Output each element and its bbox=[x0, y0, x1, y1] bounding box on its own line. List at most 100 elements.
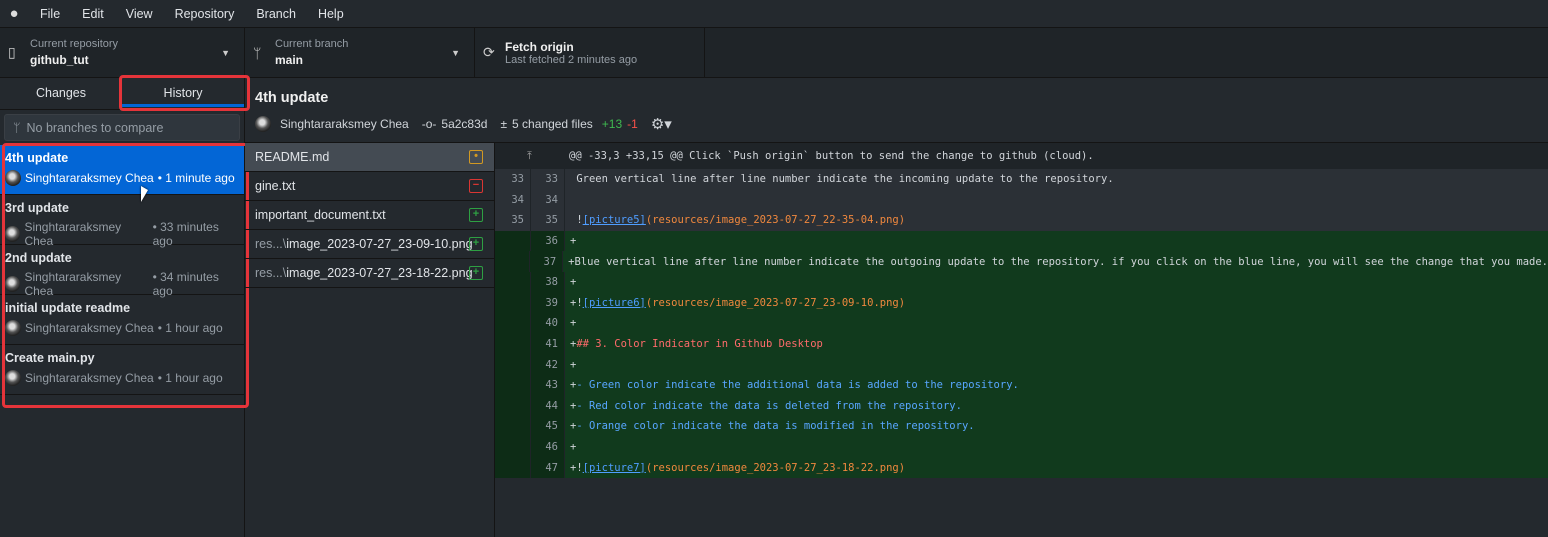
expand-up-icon[interactable]: ⤒ bbox=[495, 150, 564, 163]
changed-files-list: README.md • gine.txt − important_document.tx… bbox=[245, 143, 495, 537]
tab-history[interactable]: History bbox=[122, 78, 244, 109]
markdown-link-path: (resources/image_2023-07-27_23-18-22.png… bbox=[645, 461, 906, 474]
repo-name: github_tut bbox=[30, 53, 89, 67]
diff-line[interactable]: 40 + bbox=[495, 313, 1548, 334]
menu-help[interactable]: Help bbox=[306, 7, 354, 21]
old-line-number bbox=[495, 374, 530, 396]
changed-files-count: 5 changed files bbox=[512, 117, 593, 131]
file-name: gine.txt bbox=[255, 179, 296, 193]
file-path-prefix: res...\ bbox=[255, 266, 287, 280]
line-text: + bbox=[570, 441, 577, 454]
line-prefix: +! bbox=[570, 296, 583, 309]
line-content: Green vertical line after line number in… bbox=[564, 169, 1114, 190]
tab-changes[interactable]: Changes bbox=[0, 78, 122, 109]
avatar bbox=[255, 116, 271, 132]
commit-title: 3rd update bbox=[5, 201, 69, 215]
fetch-origin-button[interactable]: ⟳ Fetch origin Last fetched 2 minutes ago bbox=[475, 28, 705, 77]
menu-edit[interactable]: Edit bbox=[70, 7, 114, 21]
old-line-number bbox=[495, 230, 530, 252]
line-text: +Blue vertical line after line number in… bbox=[568, 255, 1548, 268]
branch-icon: ᛘ bbox=[13, 120, 21, 135]
new-line-number: 37 bbox=[529, 251, 563, 272]
hunk-header[interactable]: ⤒ @@ -33,3 +33,15 @@ Click `Push origin` … bbox=[495, 143, 1548, 169]
current-repository-button[interactable]: ▯ Current repository github_tut ▼ bbox=[0, 28, 245, 77]
file-item[interactable]: gine.txt − bbox=[245, 172, 494, 201]
file-name: image_2023-07-27_23-18-22.png bbox=[286, 266, 473, 280]
new-line-number: 42 bbox=[530, 354, 564, 375]
branch-name: main bbox=[275, 53, 304, 67]
menu-bar: ● File Edit View Repository Branch Help bbox=[0, 0, 1548, 28]
new-line-number: 41 bbox=[530, 333, 564, 355]
gear-icon[interactable]: ⚙▾ bbox=[651, 115, 672, 133]
new-line-number: 46 bbox=[530, 436, 564, 458]
diff-line[interactable]: 42 + bbox=[495, 354, 1548, 375]
commit-title: 2nd update bbox=[5, 251, 72, 265]
diff-line[interactable]: 34 34 bbox=[495, 189, 1548, 211]
markdown-link-text: [picture5] bbox=[582, 214, 646, 227]
file-modified-icon: • bbox=[469, 150, 483, 164]
menu-branch[interactable]: Branch bbox=[244, 7, 306, 21]
old-line-number bbox=[495, 354, 530, 375]
chevron-down-icon: ▼ bbox=[221, 48, 230, 58]
diff-line[interactable]: 47 +! [picture7] (resources/image_2023-07-2… bbox=[495, 457, 1548, 478]
markdown-link-path: (resources/image_2023-07-27_23-09-10.png… bbox=[645, 296, 906, 309]
diff-line[interactable]: 39 +! [picture6] (resources/image_2023-07-2… bbox=[495, 292, 1548, 314]
commit-sha[interactable]: 5a2c83d bbox=[441, 117, 487, 131]
markdown-link-path: (resources/image_2023-07-27_22-35-04.png… bbox=[645, 214, 906, 227]
commit-header: 4th update Singhtararaksmey Chea -o- 5a2… bbox=[245, 78, 1548, 143]
line-content: + bbox=[564, 271, 576, 293]
commit-item[interactable]: 4th update Singhtararaksmey Chea • 1 minut… bbox=[0, 145, 244, 195]
diff-line[interactable]: 41 + ## 3. Color Indicator in Github Deskt… bbox=[495, 333, 1548, 355]
line-text: Green vertical line after line number in… bbox=[570, 173, 1114, 186]
fetch-label: Fetch origin bbox=[505, 39, 574, 54]
menu-repository[interactable]: Repository bbox=[163, 7, 245, 21]
new-line-number: 34 bbox=[530, 189, 564, 211]
diff-line[interactable]: 38 + bbox=[495, 271, 1548, 293]
diff-line[interactable]: 45 + - Orange color indicate the data is m… bbox=[495, 416, 1548, 437]
commit-author: Singhtararaksmey Chea bbox=[25, 371, 154, 385]
commit-item[interactable]: 3rd update Singhtararaksmey Chea • 33 minu… bbox=[0, 195, 244, 248]
commit-author: Singhtararaksmey Chea bbox=[24, 270, 122, 298]
branch-label: Current branch bbox=[275, 38, 349, 50]
commit-item[interactable]: Create main.py Singhtararaksmey Chea • 1 h… bbox=[0, 345, 244, 395]
branch-icon: ᛘ bbox=[253, 44, 262, 61]
file-item[interactable]: res...\ image_2023-07-27_23-09-10.png + bbox=[245, 230, 494, 259]
compare-placeholder: No branches to compare bbox=[26, 120, 164, 135]
diff-icon: ± bbox=[500, 117, 508, 131]
menu-file[interactable]: File bbox=[28, 7, 70, 21]
new-line-number: 43 bbox=[530, 374, 564, 396]
old-line-number bbox=[495, 251, 530, 272]
commit-list: 4th update Singhtararaksmey Chea • 1 minut… bbox=[0, 145, 244, 395]
diff-line[interactable]: 43 + - Green color indicate the additional… bbox=[495, 374, 1548, 396]
markdown-list-item: - Orange color indicate the data is modi… bbox=[576, 420, 975, 433]
file-item[interactable]: res...\ image_2023-07-27_23-18-22.png + bbox=[245, 259, 494, 288]
commit-icon: -o- bbox=[421, 117, 437, 131]
commit-time: • 34 minutes ago bbox=[152, 270, 219, 298]
file-item[interactable]: README.md • bbox=[245, 143, 494, 172]
commit-author: Singhtararaksmey Chea bbox=[25, 321, 154, 335]
menu-view[interactable]: View bbox=[114, 7, 163, 21]
diff-line[interactable]: 46 + bbox=[495, 436, 1548, 458]
markdown-list-item: - Red color indicate the data is deleted… bbox=[576, 399, 962, 412]
diff-line[interactable]: 36 + bbox=[495, 230, 1548, 252]
avatar bbox=[5, 276, 21, 292]
commit-item[interactable]: 2nd update Singhtararaksmey Chea • 34 minu… bbox=[0, 245, 244, 298]
file-added-icon: + bbox=[469, 266, 483, 280]
file-item[interactable]: important_document.txt + bbox=[245, 201, 494, 230]
diff-line[interactable]: 33 33 Green vertical line after line numb… bbox=[495, 169, 1548, 190]
line-content: + - Red color indicate the data is delete… bbox=[564, 395, 962, 417]
commit-item[interactable]: initial update readme Singhtararaksmey Ch… bbox=[0, 295, 244, 345]
diff-line[interactable]: 37 +Blue vertical line after line number … bbox=[495, 251, 1548, 272]
branch-compare-input[interactable]: ᛘ No branches to compare bbox=[4, 114, 240, 141]
diff-line[interactable]: 35 35 ! [picture5] (resources/image_2023-07… bbox=[495, 210, 1548, 231]
diff-line[interactable]: 44 + - Red color indicate the data is dele… bbox=[495, 395, 1548, 417]
current-branch-button[interactable]: ᛘ Current branch main ▼ bbox=[245, 28, 475, 77]
new-line-number: 45 bbox=[530, 416, 564, 437]
commit-time: • 1 hour ago bbox=[157, 371, 223, 385]
line-content: ! [picture5] (resources/image_2023-07-27_2… bbox=[564, 210, 905, 231]
line-prefix: ! bbox=[570, 214, 583, 227]
line-content: + - Orange color indicate the data is mod… bbox=[564, 416, 975, 437]
old-line-number bbox=[495, 333, 530, 355]
new-line-number: 44 bbox=[530, 395, 564, 417]
line-content: + ## 3. Color Indicator in Github Desktop bbox=[564, 333, 823, 355]
